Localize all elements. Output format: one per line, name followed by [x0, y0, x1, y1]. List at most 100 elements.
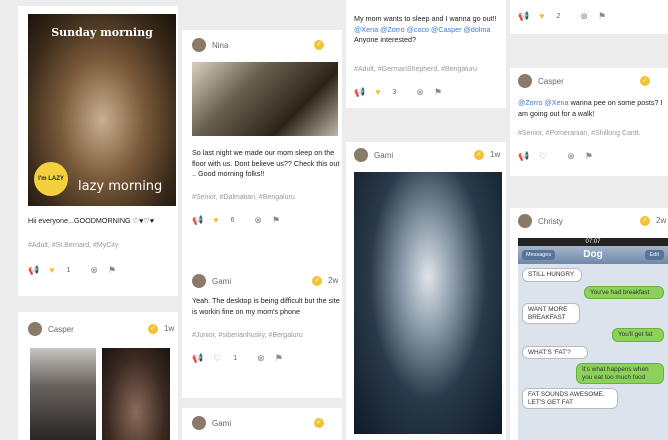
like-button[interactable]: ♡: [539, 152, 557, 161]
post-actions: 📢 ♥ 2 ⊗ ⚑: [518, 12, 616, 21]
heart-icon: ♥: [49, 265, 55, 275]
post-card-gami-col2-b: Gami ✓: [182, 408, 342, 440]
post-text-b: am going out for a walk!: [518, 108, 595, 118]
mention[interactable]: @dolma: [464, 25, 491, 34]
message-bubble-right: You'll get fat: [612, 328, 664, 342]
like-count: 1: [233, 355, 238, 362]
message-bubble-right: It's what happens when you eat too much …: [576, 363, 664, 384]
verified-icon: ✓: [640, 76, 650, 86]
post-photo-husky[interactable]: [354, 172, 502, 434]
post-tags[interactable]: #Adult, #St.Bernard, #MyCity: [28, 242, 118, 249]
verified-icon: ✓: [640, 216, 650, 226]
mention[interactable]: @Xena: [544, 98, 568, 107]
post-text: My mom wants to sleep and I wanna go out…: [354, 14, 504, 46]
user-name[interactable]: Gami: [212, 419, 231, 428]
megaphone-icon[interactable]: 📢: [192, 216, 203, 225]
flag-icon[interactable]: ⚑: [585, 152, 593, 161]
message-bubble-left: FAT SOUNDS AWESOME. LET'S GET FAT: [522, 388, 618, 409]
post-card-col4-top: 📢 ♥ 2 ⊗ ⚑: [510, 0, 668, 34]
photo-caption-bottom: lazy morning: [78, 179, 163, 194]
user-name[interactable]: Gami: [212, 277, 231, 286]
like-count: 1: [66, 267, 71, 274]
avatar[interactable]: [518, 214, 532, 228]
share-icon[interactable]: ⊗: [254, 216, 262, 225]
flag-icon[interactable]: ⚑: [434, 88, 442, 97]
timestamp: 2w: [328, 276, 339, 285]
post-tags[interactable]: #Senior, #Pomeranian, #Shillong Cantt.: [518, 130, 641, 137]
avatar[interactable]: [354, 148, 368, 162]
mention[interactable]: @Casper: [431, 25, 461, 34]
like-button[interactable]: ♥ 3: [375, 88, 406, 97]
flag-icon[interactable]: ⚑: [108, 266, 116, 275]
post-card-sunday: Sunday morning I'm LAZY lazy morning Hii…: [18, 6, 178, 296]
flag-icon[interactable]: ⚑: [598, 12, 606, 21]
avatar[interactable]: [28, 322, 42, 336]
post-actions: 📢 ♡ 1 ⊗ ⚑: [192, 354, 293, 363]
megaphone-icon[interactable]: 📢: [192, 354, 203, 363]
user-name[interactable]: Gami: [374, 151, 393, 160]
user-name[interactable]: Casper: [538, 77, 564, 86]
megaphone-icon[interactable]: 📢: [354, 88, 365, 97]
megaphone-icon[interactable]: 📢: [28, 266, 39, 275]
mention[interactable]: @Zorro: [518, 98, 542, 107]
share-icon[interactable]: ⊗: [567, 152, 575, 161]
user-name[interactable]: Christy: [538, 217, 563, 226]
verified-icon: ✓: [148, 324, 158, 334]
photo-caption-top: Sunday morning: [51, 26, 153, 39]
share-icon[interactable]: ⊗: [416, 88, 424, 97]
like-button[interactable]: ♥ 1: [49, 266, 80, 275]
timestamp: 2w: [656, 216, 667, 225]
mention[interactable]: @Zorro: [380, 25, 404, 34]
post-photo-dog[interactable]: [30, 348, 96, 440]
heart-icon: ♥: [213, 215, 219, 225]
flag-icon[interactable]: ⚑: [272, 216, 280, 225]
post-card-col3-top: My mom wants to sleep and I wanna go out…: [346, 0, 506, 108]
phone-nav-bar: Messages Dog Edit: [518, 246, 668, 264]
avatar[interactable]: [192, 274, 206, 288]
megaphone-icon[interactable]: 📢: [518, 152, 529, 161]
like-count: 6: [230, 217, 235, 224]
user-name[interactable]: Casper: [48, 325, 74, 334]
share-icon[interactable]: ⊗: [90, 266, 98, 275]
verified-icon: ✓: [314, 40, 324, 50]
post-card-casper-col1: Casper ✓ 1w: [18, 312, 178, 440]
post-text: Hii everyone...GOODMORNING ♡♥♡♥: [28, 216, 155, 225]
phone-screenshot[interactable]: 07:07 Messages Dog Edit STILL HUNGRY You…: [518, 238, 668, 440]
post-tags[interactable]: #Adult, #GermanShepherd, #Bengaluru: [354, 66, 477, 73]
post-tags[interactable]: #Senior, #Dalmatian, #Bengaluru: [192, 194, 295, 201]
verified-icon: ✓: [314, 418, 324, 428]
like-button[interactable]: ♡ 1: [213, 354, 247, 363]
flag-icon[interactable]: ⚑: [275, 354, 283, 363]
heart-icon: ♡: [213, 353, 222, 363]
post-photo-person[interactable]: [102, 348, 170, 440]
heart-icon: ♥: [375, 87, 381, 97]
lazy-badge: I'm LAZY: [34, 162, 68, 196]
heart-icon: ♥: [539, 11, 545, 21]
post-card-nina: Nina ✓ So last night we made our mom sle…: [182, 30, 342, 270]
avatar[interactable]: [192, 38, 206, 52]
post-tags[interactable]: #Junior, #siberianhusky, #Bergaluru: [192, 332, 303, 339]
mention[interactable]: @Xena: [354, 25, 378, 34]
post-actions: 📢 ♥ 6 ⊗ ⚑: [192, 216, 290, 225]
post-text: @Zorro @Xena wanna pee on some posts? I …: [518, 98, 668, 119]
user-name[interactable]: Nina: [212, 41, 228, 50]
avatar[interactable]: [192, 416, 206, 430]
like-count: 2: [556, 13, 561, 20]
like-button[interactable]: ♥ 2: [539, 12, 570, 21]
message-bubble-right: You've had breakfast: [584, 285, 664, 299]
avatar[interactable]: [518, 74, 532, 88]
post-text: Yeah. The desktop is being difficult but…: [192, 296, 340, 316]
message-bubble-left: WHAT'S 'FAT'?: [522, 345, 588, 359]
megaphone-icon[interactable]: 📢: [518, 12, 529, 21]
like-count: 3: [392, 89, 397, 96]
message-bubble-left: STILL HUNGRY: [522, 268, 582, 282]
edit-button[interactable]: Edit: [644, 250, 664, 260]
like-button[interactable]: ♥ 6: [213, 216, 244, 225]
share-icon[interactable]: ⊗: [257, 354, 265, 363]
mention[interactable]: @coco: [407, 25, 429, 34]
timestamp: 1w: [490, 150, 501, 159]
share-icon[interactable]: ⊗: [580, 12, 588, 21]
post-photo[interactable]: [192, 62, 338, 136]
post-photo[interactable]: Sunday morning I'm LAZY lazy morning: [28, 14, 176, 206]
verified-icon: ✓: [312, 276, 322, 286]
